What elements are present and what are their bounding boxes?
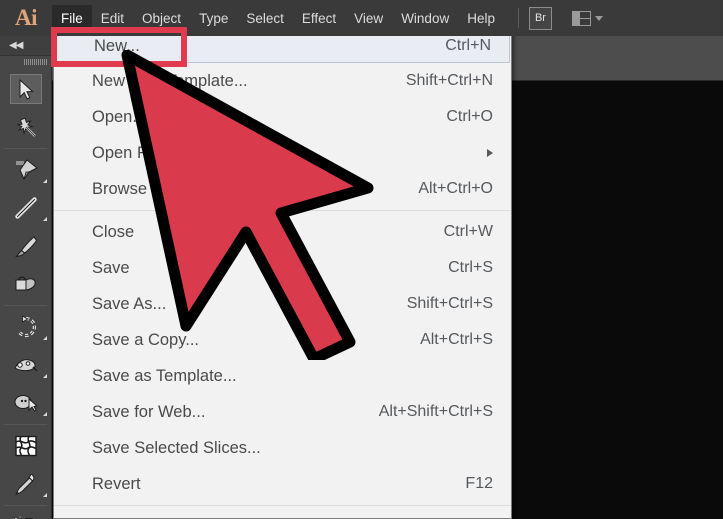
menu-item-save-for-web[interactable]: Save for Web... Alt+Shift+Ctrl+S <box>54 394 511 430</box>
menu-view[interactable]: View <box>345 5 392 31</box>
menu-item-label: New from Template... <box>92 71 248 90</box>
menu-type[interactable]: Type <box>190 5 237 31</box>
menu-item-label: Browse in Bridge... <box>92 179 231 198</box>
menu-item-label: Save for Web... <box>92 402 206 421</box>
workspace-switcher[interactable] <box>571 10 603 26</box>
warp-icon <box>10 350 42 380</box>
submenu-chevron-icon <box>487 149 493 157</box>
mesh-grid-icon <box>10 431 42 461</box>
menu-item-close[interactable]: Close Ctrl+W <box>54 214 511 250</box>
tool-eyedropper-tool[interactable] <box>0 465 52 503</box>
menu-item-shortcut: Ctrl+W <box>443 223 493 240</box>
tool-width-warp-tool[interactable] <box>0 346 52 384</box>
file-menu-dropdown: New... Ctrl+N New from Template... Shift… <box>53 28 512 519</box>
tool-paintbrush-tool[interactable] <box>0 227 52 265</box>
menu-item-shortcut: Shift+Ctrl+S <box>406 295 493 312</box>
menu-object[interactable]: Object <box>133 5 190 31</box>
chevron-down-icon <box>594 15 603 21</box>
menu-item-label: Save As... <box>92 294 167 313</box>
tool-mesh-gradient-tool[interactable] <box>0 427 52 465</box>
paintbrush-icon <box>10 231 42 261</box>
tool-shape-builder-tool[interactable] <box>0 384 52 422</box>
tool-flyout-indicator[interactable] <box>43 217 47 221</box>
line-diagonal-icon <box>10 193 42 223</box>
tool-flyout-indicator[interactable] <box>43 493 47 497</box>
toolbar-divider <box>4 424 47 425</box>
pen-nib-icon <box>10 155 42 185</box>
tool-blob-brush-tool[interactable] <box>0 265 52 303</box>
menu-edit[interactable]: Edit <box>92 5 133 31</box>
menu-item-shortcut: Shift+Ctrl+N <box>405 72 493 89</box>
eyedropper-icon <box>10 469 42 499</box>
menu-item-label: Close <box>92 222 135 241</box>
menu-item-browse-in-bridge[interactable]: Browse in Bridge... Alt+Ctrl+O <box>54 171 511 207</box>
menu-file[interactable]: File <box>52 5 92 31</box>
menu-item-shortcut: Alt+Ctrl+O <box>418 180 493 197</box>
menu-item-shortcut: Ctrl+N <box>445 37 491 54</box>
menu-item-new-from-template[interactable]: New from Template... Shift+Ctrl+N <box>54 63 511 99</box>
menu-item-label: Revert <box>92 474 141 493</box>
application-menu-bar: Ai File Edit Object Type Select Effect V… <box>0 0 723 36</box>
menu-item-label: Open Recent Files <box>92 143 229 162</box>
tool-flyout-indicator[interactable] <box>43 374 47 378</box>
menu-window[interactable]: Window <box>392 5 458 31</box>
toolbar-drag-grip[interactable] <box>0 56 52 68</box>
menu-item-shortcut: Ctrl+O <box>446 108 493 125</box>
menu-item-save[interactable]: Save Ctrl+S <box>54 250 511 286</box>
menu-item-shortcut: Ctrl+S <box>448 259 493 276</box>
menu-item-save-selected-slices[interactable]: Save Selected Slices... <box>54 430 511 466</box>
tool-pen-tool[interactable] <box>0 151 52 189</box>
tools-panel: ◀◀ <box>0 36 52 519</box>
symbol-sprayer-icon <box>10 512 42 519</box>
tool-rotate-tool[interactable] <box>0 308 52 346</box>
tool-symbol-sprayer-tool[interactable] <box>0 508 52 519</box>
menu-separator <box>54 210 511 211</box>
tool-selection-tool[interactable] <box>0 70 52 108</box>
menu-item-revert[interactable]: Revert F12 <box>54 466 511 502</box>
menu-item-label: Open... <box>92 107 147 126</box>
menu-item-place[interactable]: Place... <box>54 509 511 519</box>
bridge-button[interactable]: Br <box>528 6 552 30</box>
menu-effect[interactable]: Effect <box>293 5 345 31</box>
toolbar-divider <box>4 148 47 149</box>
toolbar-collapse-button[interactable]: ◀◀ <box>0 36 52 56</box>
menu-item-open[interactable]: Open... Ctrl+O <box>54 99 511 135</box>
toolbar-tool-list <box>0 68 51 519</box>
menubar-divider <box>517 8 519 28</box>
tool-flyout-indicator[interactable] <box>43 179 47 183</box>
menu-item-label: Save Selected Slices... <box>92 438 261 457</box>
menu-separator <box>54 505 511 506</box>
menu-item-label: Save as Template... <box>92 366 237 385</box>
workspace-layout-icon <box>571 10 591 26</box>
tool-flyout-indicator[interactable] <box>43 412 47 416</box>
menu-select[interactable]: Select <box>237 5 293 31</box>
arrow-cursor-icon <box>10 74 42 104</box>
blob-brush-icon <box>10 269 42 299</box>
menu-item-save-as[interactable]: Save As... Shift+Ctrl+S <box>54 286 511 322</box>
tool-flyout-indicator[interactable] <box>43 336 47 340</box>
menu-item-shortcut: Alt+Shift+Ctrl+S <box>378 403 493 420</box>
toolbar-divider <box>4 505 47 506</box>
menu-item-label: Save <box>92 258 130 277</box>
tool-line-segment-tool[interactable] <box>0 189 52 227</box>
illustrator-window: ◀◀ New... Ctrl+N New from Template... Sh… <box>0 0 723 519</box>
menu-item-shortcut: Alt+Ctrl+S <box>420 331 493 348</box>
illustrator-logo: Ai <box>0 0 52 36</box>
menu-item-label: Save a Copy... <box>92 330 200 349</box>
shape-builder-icon <box>10 388 42 418</box>
menu-item-save-a-copy[interactable]: Save a Copy... Alt+Ctrl+S <box>54 322 511 358</box>
collapse-arrows-icon: ◀◀ <box>9 40 23 51</box>
tool-magic-wand-tool[interactable] <box>0 108 52 146</box>
menu-item-open-recent-files[interactable]: Open Recent Files <box>54 135 511 171</box>
menu-help[interactable]: Help <box>458 5 504 31</box>
rotate-arrow-icon <box>10 312 42 342</box>
magic-wand-icon <box>10 112 42 142</box>
menu-item-save-as-template[interactable]: Save as Template... <box>54 358 511 394</box>
menu-item-label: New... <box>94 36 140 55</box>
toolbar-divider <box>4 305 47 306</box>
menu-item-shortcut: F12 <box>465 475 493 492</box>
